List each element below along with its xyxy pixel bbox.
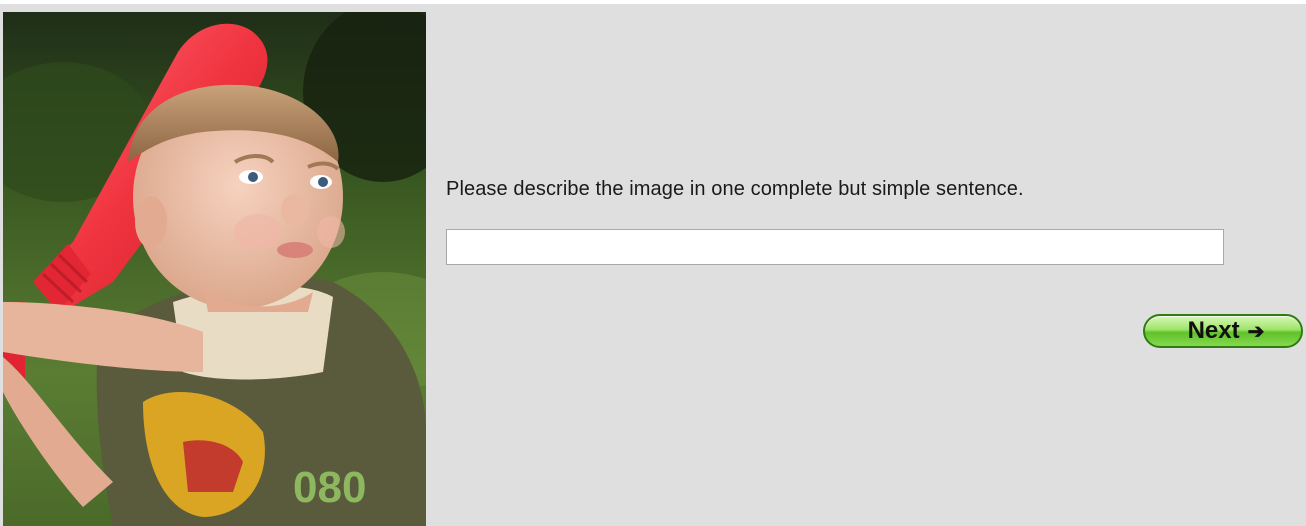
description-input[interactable] xyxy=(446,229,1224,265)
question-prompt: Please describe the image in one complet… xyxy=(446,178,1024,200)
next-button-label: Next xyxy=(1187,317,1240,344)
next-button[interactable]: Next ➔ xyxy=(1143,314,1303,348)
right-arrow-icon: ➔ xyxy=(1247,320,1265,343)
stimulus-photo: 080 xyxy=(3,12,426,526)
svg-text:080: 080 xyxy=(293,463,366,512)
page: 080 Please describe the image in one com… xyxy=(0,0,1306,526)
